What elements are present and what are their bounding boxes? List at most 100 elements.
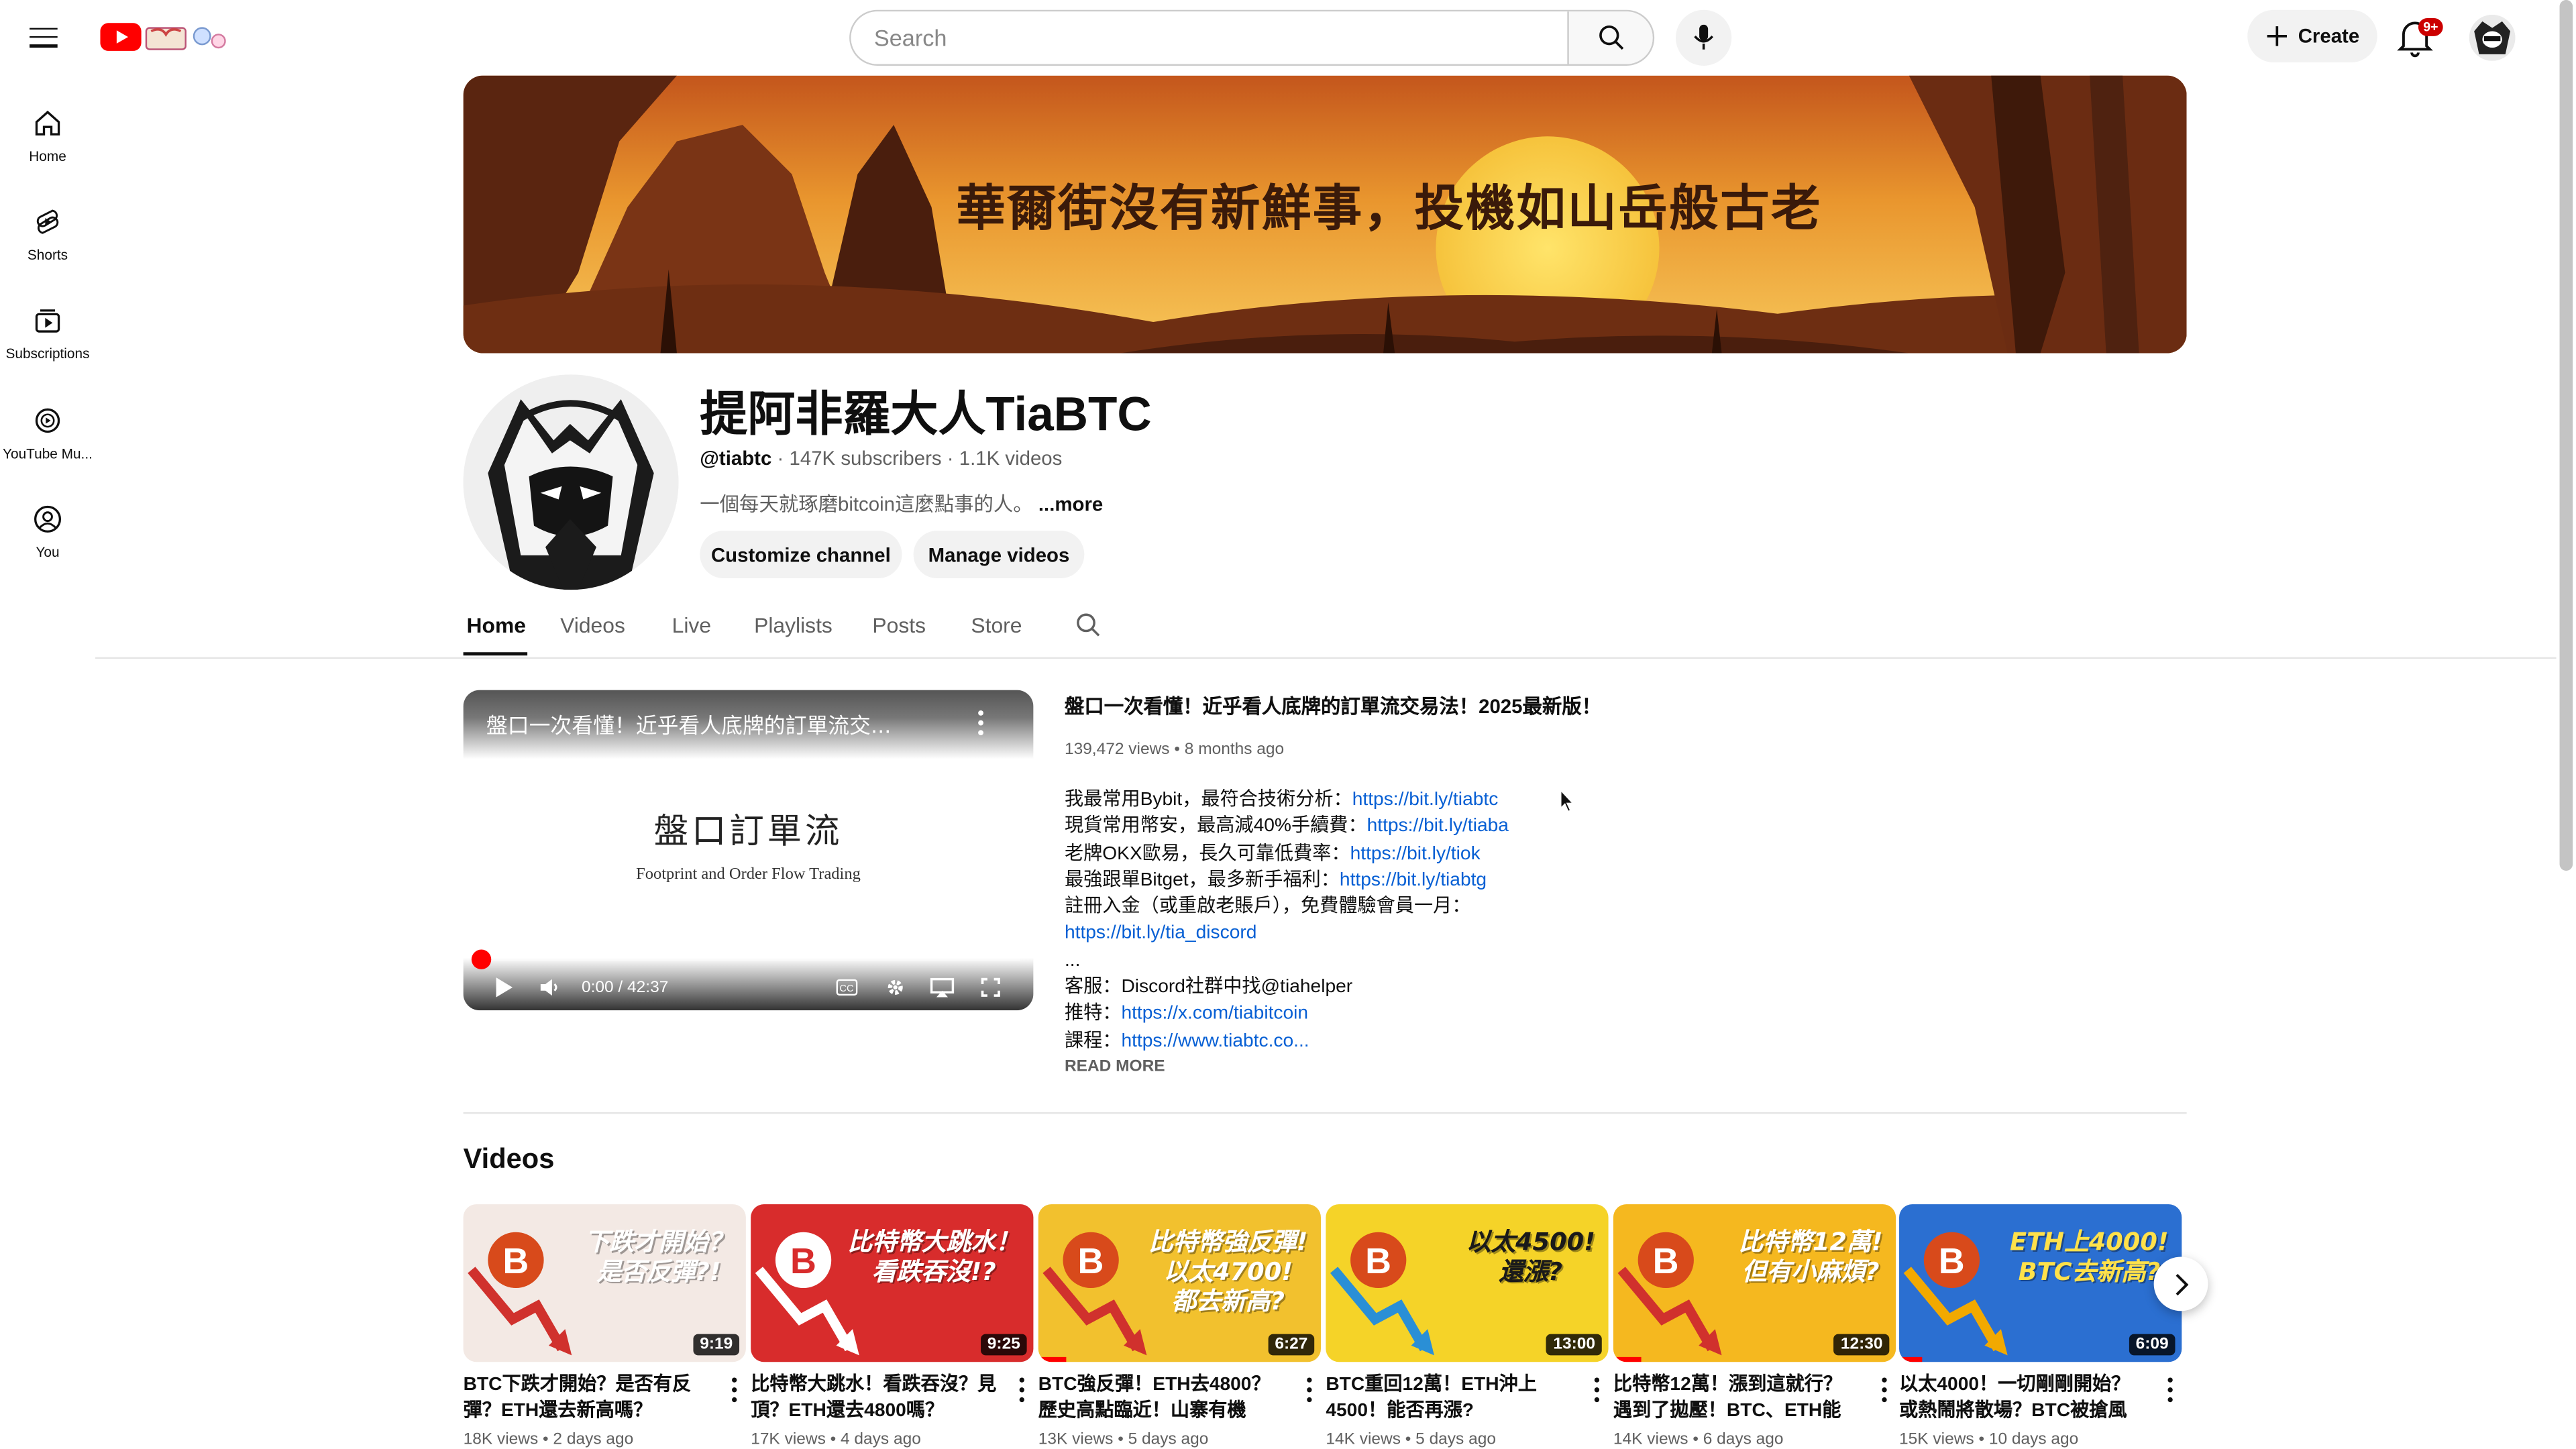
description-line: 推特：https://x.com/tiabitcoin — [1064, 1004, 1309, 1024]
player-progress-bar[interactable] — [476, 956, 1020, 961]
video-card[interactable]: B 比特幣12萬! 但有小麻煩? 12:30 比特幣12萬！漲到這就行？遇到了拋壓！B… — [1613, 1204, 1896, 1449]
search-input[interactable] — [851, 11, 1568, 64]
thumbnail-text: ETH上4000! BTC去新高? — [2010, 1227, 2169, 1287]
more-vert-icon[interactable] — [2162, 1375, 2178, 1405]
sidebar-item-label: Subscriptions — [5, 345, 90, 362]
sidebar-item-youtube-music[interactable]: YouTube Mu... — [0, 392, 95, 478]
video-card[interactable]: B 以太4500! 還漲? 13:00 BTC重回12萬！ETH沖上4500！能否再漲… — [1326, 1204, 1609, 1449]
channel-description[interactable]: 一個每天就琢磨bitcoin這麼點事的人。 ...more — [700, 490, 1103, 518]
video-title[interactable]: 以太4000！一切剛剛開始？或熱鬧將散場？BTC被搶風頭！ — [1899, 1372, 2145, 1424]
thumbnail-text: 比特幣大跳水！ 看跌吞沒!? — [847, 1227, 1020, 1287]
description-link[interactable]: https://bit.ly/tiok — [1350, 844, 1481, 863]
tab-videos[interactable]: Videos — [560, 612, 625, 637]
description-link[interactable]: https://bit.ly/tia_discord — [1065, 924, 1256, 944]
shelf-next-button[interactable] — [2153, 1256, 2208, 1311]
youtube-music-icon — [35, 408, 60, 433]
videos-shelf-title[interactable]: Videos — [464, 1144, 555, 1177]
description-link[interactable]: https://bit.ly/tiabtg — [1340, 871, 1487, 890]
watch-progress-bar — [1899, 1356, 1922, 1362]
more-vert-icon[interactable] — [1014, 1375, 1030, 1405]
captions-icon[interactable]: CC — [836, 979, 858, 996]
description-line: 客服：Discord社群中找@tiahelper — [1064, 977, 1353, 998]
thumbnail-text: 下跌才開始？ 是否反彈?! — [584, 1227, 733, 1287]
video-meta: 15K views • 10 days ago — [1899, 1431, 2079, 1449]
create-button[interactable]: Create — [2247, 9, 2377, 63]
description-line: https://bit.ly/tia_discord — [1065, 921, 1509, 948]
volume-icon[interactable] — [540, 979, 560, 996]
video-card[interactable]: B 比特幣強反彈! 以太4700! 都去新高? 6:27 BTC強反彈！ETH去480… — [1038, 1204, 1321, 1449]
sidebar-item-label: You — [36, 543, 60, 561]
video-card[interactable]: B ETH上4000! BTC去新高? 6:09 以太4000！一切剛剛開始？或熱鬧將… — [1899, 1204, 2182, 1449]
video-title[interactable]: BTC強反彈！ETH去4800？歷史高點臨近！山寨有機會...... — [1038, 1372, 1285, 1424]
tab-live[interactable]: Live — [672, 612, 711, 637]
active-tab-indicator — [463, 652, 528, 656]
guide-menu-button[interactable] — [28, 21, 68, 54]
cast-icon[interactable] — [930, 977, 955, 998]
scrollbar-thumb[interactable] — [2559, 0, 2573, 871]
sidebar-item-subscriptions[interactable]: Subscriptions — [0, 292, 95, 378]
player-time: 0:00 / 42:37 — [581, 979, 669, 998]
video-title[interactable]: 比特幣12萬！漲到這就行？遇到了拋壓！BTC、ETH能否... — [1613, 1372, 1860, 1424]
scrubber-handle[interactable] — [471, 949, 492, 969]
description-link[interactable]: https://bit.ly/tiaba — [1367, 817, 1509, 837]
channel-avatar[interactable] — [463, 374, 679, 590]
search-icon — [1077, 613, 1100, 637]
more-vert-icon[interactable] — [976, 710, 986, 736]
search-button[interactable] — [1567, 11, 1653, 64]
sidebar-item-shorts[interactable]: Shorts — [0, 194, 95, 279]
description-link[interactable]: https://www.tiabtc.co... — [1121, 1031, 1309, 1051]
featured-video-title[interactable]: 盤口一次看懂！近乎看人底牌的訂單流交易法！2025最新版！ — [1065, 692, 1601, 720]
svg-text:B: B — [1365, 1241, 1391, 1281]
video-thumbnail[interactable]: B 比特幣12萬! 但有小麻煩? 12:30 — [1613, 1204, 1896, 1362]
notifications-button[interactable]: 9+ — [2396, 16, 2443, 59]
read-more-link[interactable]: READ MORE — [1065, 1058, 1165, 1076]
more-vert-icon[interactable] — [1876, 1375, 1892, 1405]
customize-channel-button[interactable]: Customize channel — [700, 531, 902, 579]
account-avatar[interactable] — [2469, 15, 2516, 61]
channel-handle[interactable]: @tiabtc — [700, 447, 771, 470]
video-thumbnail[interactable]: B 比特幣大跳水！ 看跌吞沒!? 9:25 — [751, 1204, 1034, 1362]
video-thumbnail[interactable]: B 下跌才開始？ 是否反彈?! 9:19 — [463, 1204, 746, 1362]
play-icon[interactable] — [494, 977, 513, 998]
video-title[interactable]: 比特幣大跳水！看跌吞沒？見頂？ETH還去4800嗎？ — [751, 1372, 997, 1424]
meta-separator: · — [777, 447, 784, 470]
channel-search-button[interactable] — [1075, 611, 1104, 641]
shorts-icon — [36, 209, 59, 234]
search-icon — [1598, 25, 1623, 50]
more-vert-icon[interactable] — [1589, 1375, 1605, 1405]
fullscreen-icon[interactable] — [981, 977, 1000, 997]
tab-home[interactable]: Home — [467, 612, 526, 637]
video-card[interactable]: B 下跌才開始？ 是否反彈?! 9:19 BTC下跌才開始？是否有反彈？ETH還去新高… — [463, 1204, 746, 1449]
description-link[interactable]: https://bit.ly/tiabtc — [1352, 790, 1499, 810]
tab-playlists[interactable]: Playlists — [754, 612, 833, 637]
voice-search-button[interactable] — [1675, 9, 1732, 66]
more-link[interactable]: ...more — [1038, 493, 1103, 516]
video-card[interactable]: B 比特幣大跳水！ 看跌吞沒!? 9:25 比特幣大跳水！看跌吞沒？見頂？ETH還去4… — [751, 1204, 1034, 1449]
settings-icon[interactable] — [885, 977, 905, 997]
sidebar-item-home[interactable]: Home — [0, 95, 95, 180]
tab-posts[interactable]: Posts — [872, 612, 926, 637]
sidebar-item-you[interactable]: You — [0, 491, 95, 576]
channel-meta: @tiabtc · 147K subscribers · 1.1K videos — [700, 447, 1062, 470]
youtube-logo[interactable] — [100, 16, 231, 56]
featured-age: 8 months ago — [1184, 741, 1285, 759]
player-title: 盤口一次看懂！近乎看人底牌的訂單流交... — [486, 714, 892, 740]
description-line: 註冊入金（或重啟老賬戶），免費體驗會員一月： — [1064, 897, 1471, 918]
watch-progress-bar — [1038, 1356, 1067, 1362]
video-thumbnail[interactable]: B ETH上4000! BTC去新高? 6:09 — [1899, 1204, 2182, 1362]
manage-videos-button[interactable]: Manage videos — [913, 531, 1085, 579]
more-vert-icon[interactable] — [1301, 1375, 1318, 1405]
sidebar-item-label: Home — [29, 148, 66, 164]
video-title[interactable]: BTC下跌才開始？是否有反彈？ETH還去新高嗎？ — [464, 1372, 710, 1424]
description-link[interactable]: https://x.com/tiabitcoin — [1121, 1004, 1308, 1024]
video-thumbnail[interactable]: B 比特幣強反彈! 以太4700! 都去新高? 6:27 — [1038, 1204, 1321, 1362]
video-thumbnail[interactable]: B 以太4500! 還漲? 13:00 — [1326, 1204, 1609, 1362]
tab-store[interactable]: Store — [971, 612, 1022, 637]
featured-views: 139,472 views — [1064, 741, 1170, 759]
channel-name: 提阿非羅大人TiaBTC — [700, 389, 1152, 442]
you-icon — [34, 505, 62, 533]
search-box — [849, 9, 1655, 66]
featured-video-player[interactable]: 盤口一次看懂！近乎看人底牌的訂單流交... 盤口訂單流 Footprint an… — [463, 690, 1034, 1011]
video-title[interactable]: BTC重回12萬！ETH沖上4500！能否再漲? — [1326, 1372, 1572, 1424]
more-vert-icon[interactable] — [726, 1375, 742, 1405]
